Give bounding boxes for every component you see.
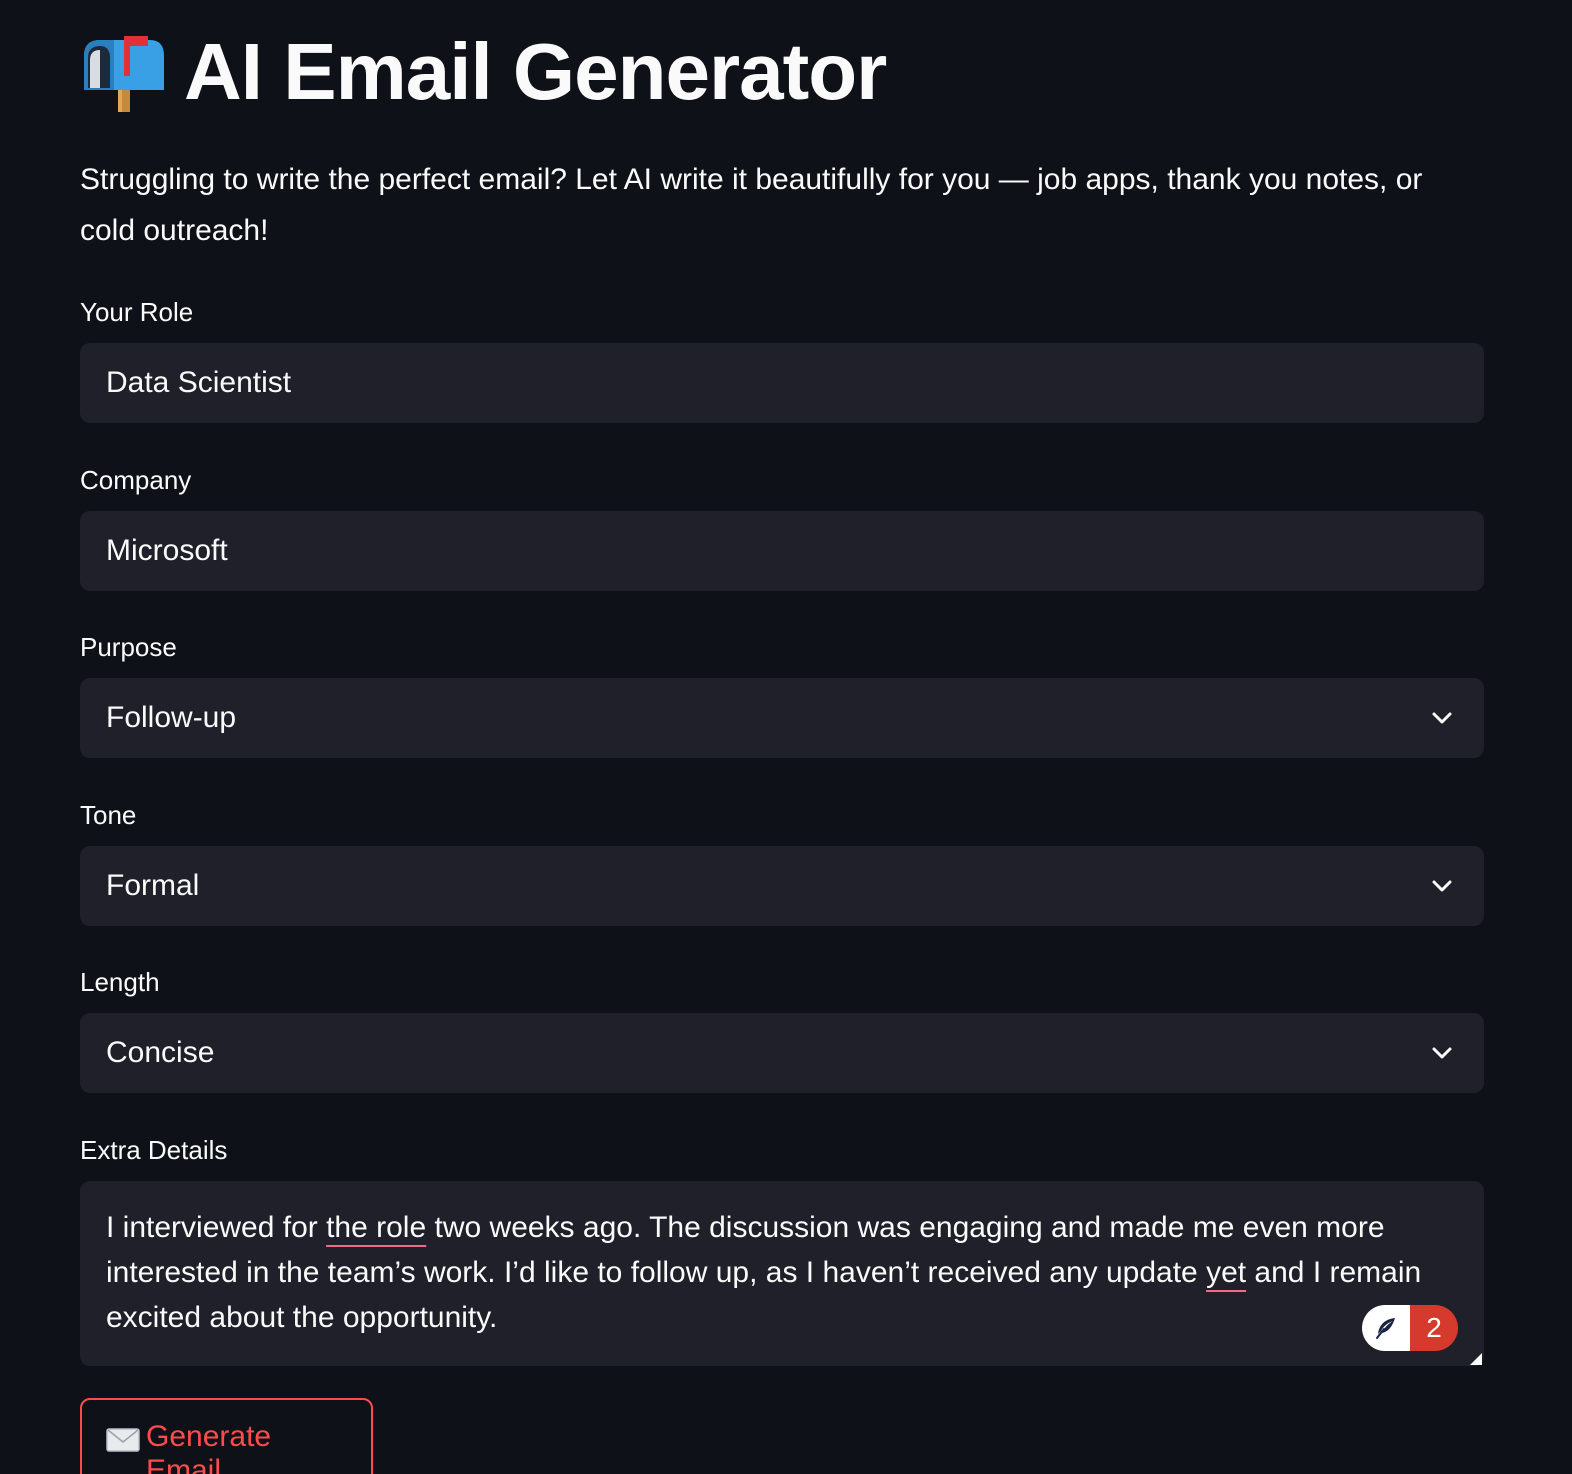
length-select[interactable]: Concise [80,1013,1484,1093]
chevron-down-icon[interactable] [1428,704,1456,732]
chevron-down-icon[interactable] [1428,1039,1456,1067]
role-input-value: Data Scientist [106,366,292,399]
resize-handle[interactable] [1470,1352,1482,1365]
mailbox-icon [80,34,166,112]
grammar-issue-count[interactable]: 2 [1410,1305,1458,1351]
tone-selected-value: Formal [106,869,200,902]
role-input[interactable]: Data Scientist [80,343,1484,423]
extra-details-text: I interviewed for [106,1211,327,1244]
feather-icon[interactable] [1362,1305,1410,1351]
misspelled-word[interactable]: yet [1206,1256,1246,1289]
page-subtitle: Struggling to write the perfect email? L… [80,163,1423,247]
purpose-selected-value: Follow-up [106,701,237,734]
role-label: Your Role [80,297,194,327]
tone-select[interactable]: Formal [80,846,1484,926]
purpose-label: Purpose [80,632,177,662]
chevron-down-icon[interactable] [1428,872,1456,900]
company-input-value: Microsoft [106,534,228,567]
length-label: Length [80,967,160,997]
purpose-select[interactable]: Follow-up [80,678,1484,758]
generate-email-button[interactable]: Generate Email [80,1398,373,1474]
page-title: AI Email Generator [184,27,887,116]
length-selected-value: Concise [106,1036,215,1069]
grammar-checker-badge[interactable]: 2 [1362,1305,1458,1351]
extra-details-textarea[interactable]: I interviewed for the role two weeks ago… [80,1181,1484,1366]
generate-email-label: Generate Email [146,1420,272,1474]
tone-label: Tone [80,800,137,830]
app-page: AI Email Generator Struggling to write t… [0,0,1572,1474]
extra-details-label: Extra Details [80,1135,228,1165]
company-input[interactable]: Microsoft [80,511,1484,591]
title-row: AI Email Generator [80,27,887,116]
misspelled-word[interactable]: the role [326,1211,426,1244]
company-label: Company [80,465,192,495]
envelope-icon [106,1426,140,1452]
